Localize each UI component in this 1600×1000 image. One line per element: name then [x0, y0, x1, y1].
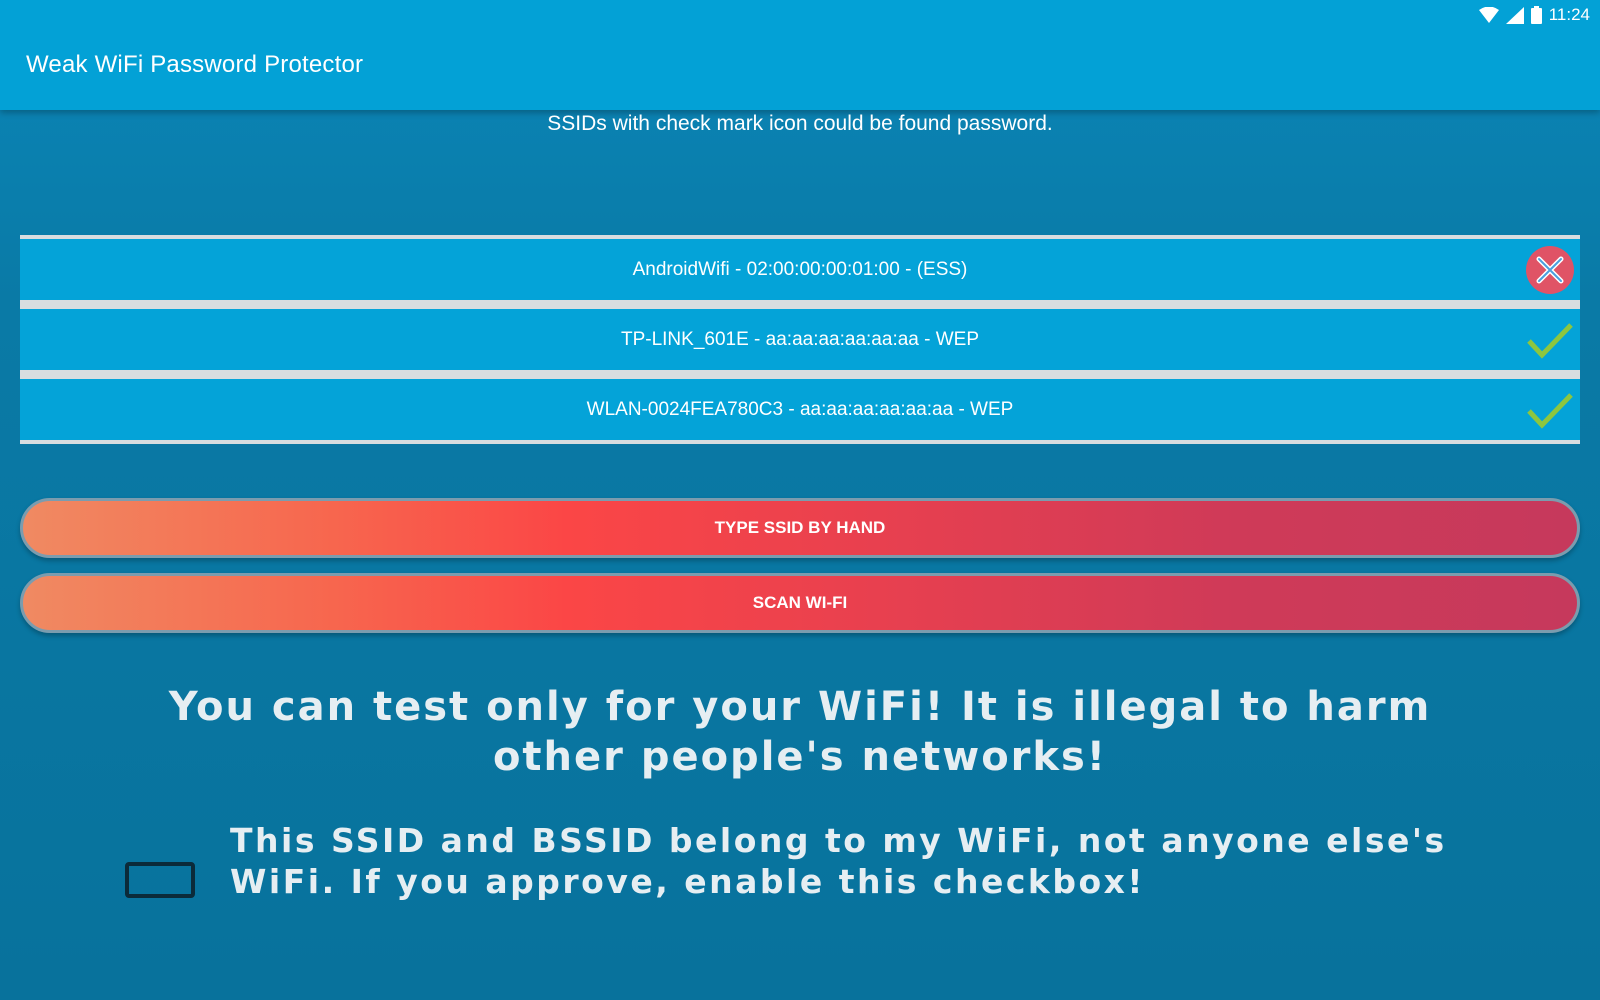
network-row[interactable]: WLAN-0024FEA780C3 - aa:aa:aa:aa:aa:aa - …	[20, 379, 1580, 440]
type-ssid-by-hand-button[interactable]: TYPE SSID BY HAND	[20, 498, 1580, 558]
hint-text: SSIDs with check mark icon could be foun…	[547, 112, 1053, 135]
legal-warning-text: You can test only for your WiFi! It is i…	[168, 684, 1432, 780]
network-label: AndroidWifi - 02:00:00:00:01:00 - (ESS)	[632, 258, 968, 280]
app-bar: 11:24 Weak WiFi Password Protector	[0, 0, 1600, 110]
check-mark-icon	[1524, 385, 1576, 435]
network-row[interactable]: TP-LINK_601E - aa:aa:aa:aa:aa:aa - WEP	[20, 309, 1580, 370]
network-list: AndroidWifi - 02:00:00:00:01:00 - (ESS) …	[20, 235, 1580, 444]
network-row[interactable]: AndroidWifi - 02:00:00:00:01:00 - (ESS)	[20, 239, 1580, 300]
app-title: Weak WiFi Password Protector	[26, 51, 364, 78]
error-x-icon	[1524, 245, 1576, 295]
status-bar: 11:24	[1478, 0, 1600, 30]
check-mark-icon	[1524, 315, 1576, 365]
consent-text: This SSID and BSSID belong to my WiFi, n…	[230, 821, 1447, 901]
network-label: TP-LINK_601E - aa:aa:aa:aa:aa:aa - WEP	[620, 328, 980, 350]
scan-wifi-button[interactable]: SCAN WI-FI	[20, 573, 1580, 633]
consent-section: This SSID and BSSID belong to my WiFi, n…	[125, 820, 1545, 950]
cellular-signal-icon	[1505, 6, 1524, 24]
consent-checkbox[interactable]	[125, 862, 195, 898]
battery-icon	[1530, 6, 1542, 24]
status-time: 11:24	[1548, 5, 1590, 24]
network-label: WLAN-0024FEA780C3 - aa:aa:aa:aa:aa:aa - …	[586, 398, 1014, 420]
wifi-icon	[1478, 7, 1499, 23]
